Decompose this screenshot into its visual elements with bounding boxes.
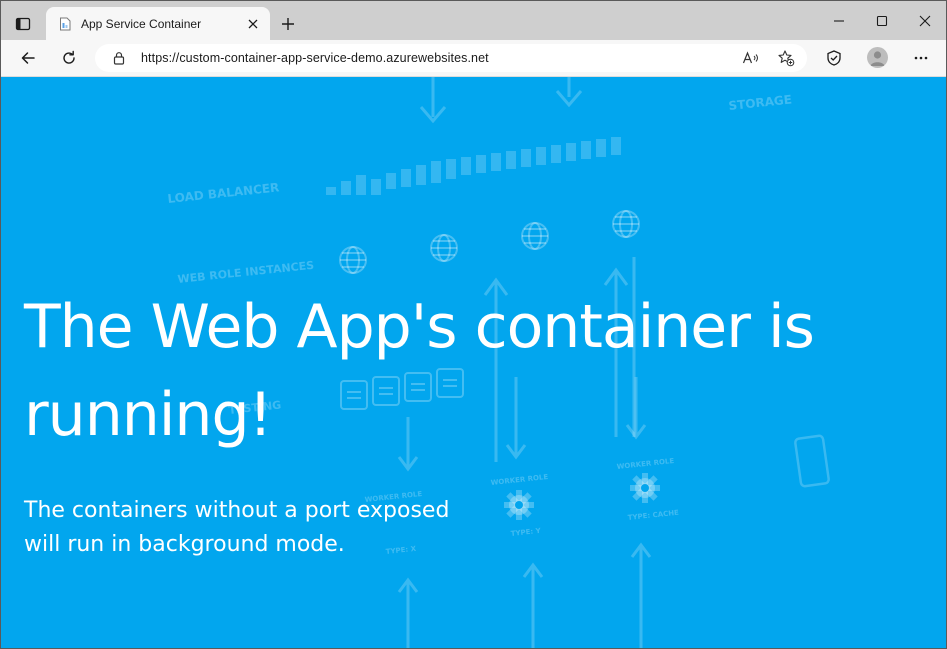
page-subtext: The containers without a port exposed wi… (24, 498, 450, 557)
bar-shape (476, 155, 486, 173)
close-icon (248, 19, 258, 29)
illustration-label: TYPE: CACHE (627, 509, 679, 522)
person-icon (870, 51, 885, 66)
maximize-icon (876, 15, 888, 27)
arrow-shape (555, 77, 583, 108)
globe-icon (430, 234, 458, 262)
browser-essentials-button[interactable] (820, 44, 848, 72)
url-text[interactable]: https://custom-container-app-service-dem… (141, 51, 489, 65)
new-tab-button[interactable] (277, 13, 299, 35)
illustration-label: TYPE: Y (510, 527, 542, 538)
minimize-button[interactable] (822, 7, 856, 35)
bar-shape (596, 139, 606, 157)
bar-shape (536, 147, 546, 165)
bar-shape (581, 141, 591, 159)
bar-shape (551, 145, 561, 163)
arrow-shape (419, 77, 447, 124)
tab-actions-button[interactable] (9, 10, 37, 38)
plus-icon (282, 18, 294, 30)
arrow-shape (397, 577, 419, 648)
arrow-shape (522, 562, 544, 648)
maximize-button[interactable] (865, 7, 899, 35)
read-aloud-icon (742, 51, 758, 64)
bar-shape (401, 169, 411, 187)
arrow-shape (630, 542, 652, 648)
navigation-toolbar: https://custom-container-app-service-dem… (1, 40, 946, 77)
back-button[interactable] (14, 44, 42, 72)
more-options-icon (914, 56, 928, 60)
minimize-icon (834, 20, 844, 22)
profile-avatar[interactable] (867, 47, 888, 68)
bar-shape (326, 187, 336, 195)
browser-essentials-icon (827, 50, 841, 66)
bar-shape (491, 153, 501, 171)
globe-icon (612, 210, 640, 238)
bar-shape (566, 143, 576, 161)
active-tab[interactable]: App Service Container (46, 7, 270, 41)
bar-shape (386, 173, 396, 189)
back-arrow-icon (21, 52, 35, 64)
bar-shape (416, 165, 426, 185)
add-favorite-button[interactable] (776, 48, 796, 68)
read-aloud-button[interactable] (741, 48, 761, 68)
refresh-icon (63, 50, 75, 64)
bar-shape (611, 137, 621, 155)
document-icon (60, 17, 71, 31)
lock-icon (113, 52, 125, 65)
tab-actions-icon (15, 17, 31, 31)
bar-shape (521, 149, 531, 167)
globe-icon (521, 222, 549, 250)
bar-shape (461, 157, 471, 175)
page-headline: The Web App's container is running! (24, 292, 815, 450)
illustration-label: WORKER ROLE (490, 473, 548, 487)
bar-shape (446, 159, 456, 179)
illustration-label: STORAGE (728, 92, 793, 113)
bar-shape (506, 151, 516, 169)
page-viewport: LOAD BALANCER STORAGE WEB ROLE INSTANCES… (1, 77, 946, 648)
tab-strip: App Service Container (1, 1, 946, 41)
illustration-label: LOAD BALANCER (167, 180, 280, 206)
close-tab-button[interactable] (244, 15, 262, 33)
add-favorite-icon (778, 50, 795, 67)
browser-window: App Service Container https://custom-con… (0, 0, 947, 649)
site-info-button[interactable] (109, 48, 129, 68)
close-window-icon (919, 15, 931, 27)
close-window-button[interactable] (908, 7, 942, 35)
address-bar[interactable]: https://custom-container-app-service-dem… (95, 44, 807, 72)
tab-title: App Service Container (81, 17, 202, 31)
bar-shape (341, 181, 351, 195)
bar-shape (356, 175, 366, 195)
bar-shape (431, 161, 441, 183)
illustration-label: WORKER ROLE (616, 457, 674, 471)
more-options-button[interactable] (907, 44, 935, 72)
illustration-label: WEB ROLE INSTANCES (177, 259, 315, 286)
refresh-button[interactable] (55, 44, 83, 72)
bar-shape (371, 179, 381, 195)
globe-icon (339, 246, 367, 274)
